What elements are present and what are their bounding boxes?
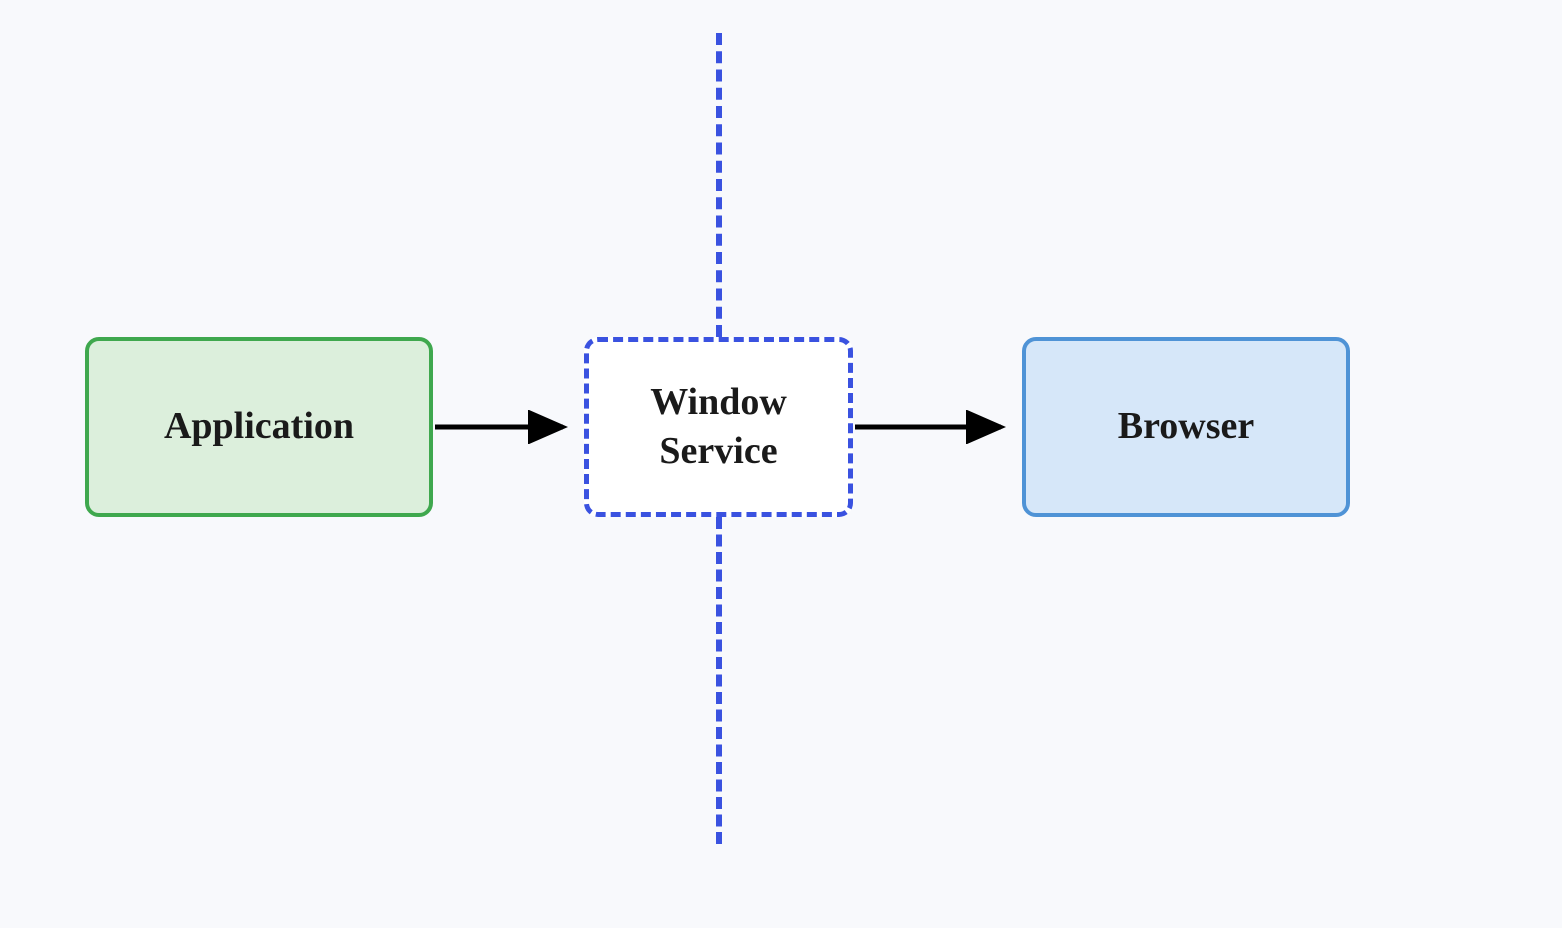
boundary-divider-bottom bbox=[716, 517, 722, 844]
arrow-window-service-to-browser bbox=[853, 410, 1022, 444]
boundary-divider-top bbox=[716, 33, 722, 337]
node-window-service-label: Window Service bbox=[599, 378, 838, 477]
architecture-diagram: Application Window Service Browser bbox=[0, 0, 1562, 928]
node-application: Application bbox=[85, 337, 433, 517]
node-window-service: Window Service bbox=[584, 337, 853, 517]
arrow-application-to-window-service bbox=[433, 410, 584, 444]
node-browser-label: Browser bbox=[1118, 402, 1255, 451]
node-application-label: Application bbox=[164, 402, 354, 451]
node-browser: Browser bbox=[1022, 337, 1350, 517]
